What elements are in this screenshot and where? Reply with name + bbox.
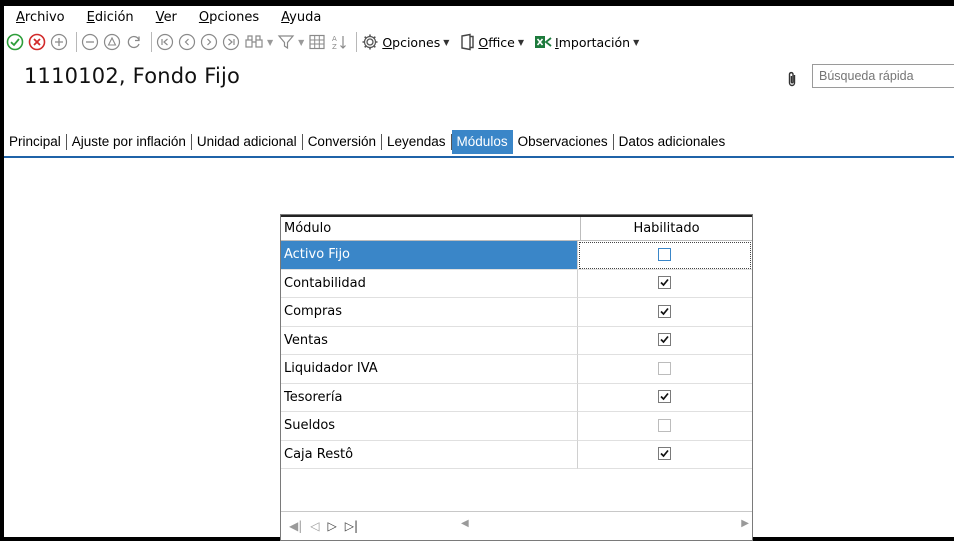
tab-conversion[interactable]: Conversión — [303, 130, 381, 154]
grid-header: Módulo Habilitado — [281, 215, 752, 241]
module-name-cell[interactable]: Liquidador IVA — [281, 355, 578, 384]
page-title: 1110102, Fondo Fijo — [24, 64, 241, 88]
accept-icon[interactable] — [6, 31, 24, 53]
column-header-modulo[interactable]: Módulo — [281, 217, 581, 240]
tab-unidad-adicional[interactable]: Unidad adicional — [192, 130, 302, 154]
enabled-cell — [578, 384, 752, 412]
chevron-down-icon: ▼ — [633, 37, 640, 47]
grid-navigator: ◀| ◁ ▷ ▷| — [289, 519, 366, 533]
table-row[interactable]: Caja Restô — [281, 440, 752, 469]
office-icon — [459, 33, 475, 51]
import-label: Importación — [555, 34, 631, 50]
first-record-icon[interactable] — [156, 31, 174, 53]
next-page-icon[interactable]: ▷ — [328, 519, 337, 533]
tab-ajuste-por-inflacion[interactable]: Ajuste por inflación — [67, 130, 191, 154]
window: Archivo Edición Ver Opciones Ayuda ▼ ▼ A… — [4, 6, 954, 541]
menu-edicion[interactable]: Edición — [87, 10, 134, 25]
tab-modulos[interactable]: Módulos — [451, 130, 513, 154]
horizontal-scrollbar[interactable]: ◀ ▶ — [461, 518, 751, 532]
modules-grid: Módulo Habilitado Activo Fijo Contabilida… — [280, 214, 753, 541]
enabled-checkbox[interactable] — [658, 447, 671, 461]
table-row[interactable]: Compras — [281, 298, 752, 327]
tab-datos-adicionales[interactable]: Datos adicionales — [614, 130, 731, 154]
grid-body: Activo Fijo Contabilidad Compras Ventas Liqu… — [281, 241, 752, 469]
cancel-icon[interactable] — [28, 31, 46, 53]
menu-ver[interactable]: Ver — [156, 10, 177, 25]
next-record-icon[interactable] — [200, 31, 218, 53]
toolbar-separator — [356, 32, 358, 52]
first-page-icon[interactable]: ◀| — [289, 519, 302, 533]
tab-bar: Principal Ajuste por inflación Unidad ad… — [4, 130, 954, 154]
filter-icon[interactable]: ▼ — [277, 31, 304, 53]
refresh-icon[interactable] — [125, 31, 143, 53]
grid-icon[interactable] — [308, 31, 326, 53]
menu-archivo[interactable]: Archivo — [16, 10, 65, 25]
scroll-right-icon[interactable]: ▶ — [741, 518, 749, 529]
enabled-checkbox[interactable] — [658, 276, 671, 290]
binoculars-icon[interactable]: ▼ — [244, 31, 273, 53]
table-row[interactable]: Contabilidad — [281, 269, 752, 298]
previous-record-icon[interactable] — [178, 31, 196, 53]
tab-leyendas[interactable]: Leyendas — [382, 130, 451, 154]
module-name-cell[interactable]: Activo Fijo — [281, 241, 578, 270]
enabled-cell — [578, 270, 752, 298]
edit-icon[interactable] — [103, 31, 121, 53]
add-icon[interactable] — [50, 31, 68, 53]
table-row[interactable]: Activo Fijo — [281, 241, 752, 270]
office-label: Office — [478, 34, 515, 50]
toolbar-separator — [76, 32, 77, 52]
chevron-down-icon: ▼ — [443, 37, 450, 47]
remove-icon[interactable] — [81, 31, 99, 53]
enabled-checkbox[interactable] — [658, 304, 671, 318]
module-name-cell[interactable]: Tesorería — [281, 383, 578, 412]
column-header-habilitado[interactable]: Habilitado — [581, 217, 752, 240]
module-name-cell[interactable]: Sueldos — [281, 412, 578, 441]
office-button[interactable]: Office ▼ — [459, 31, 524, 53]
table-row[interactable]: Ventas — [281, 326, 752, 355]
previous-page-icon[interactable]: ◁ — [310, 519, 319, 533]
toolbar: ▼ ▼ AZ Opciones ▼ Office ▼ Importación ▼ — [4, 28, 954, 56]
gear-icon — [361, 33, 379, 51]
enabled-cell — [578, 327, 752, 355]
enabled-checkbox[interactable] — [658, 361, 671, 375]
enabled-cell — [578, 441, 752, 469]
quick-search-input[interactable] — [812, 64, 954, 88]
tab-observaciones[interactable]: Observaciones — [513, 130, 613, 154]
svg-text:A: A — [332, 35, 337, 43]
menu-bar: Archivo Edición Ver Opciones Ayuda — [4, 6, 954, 28]
toolbar-separator — [151, 32, 152, 52]
sort-az-icon[interactable]: AZ — [330, 31, 348, 53]
menu-ayuda[interactable]: Ayuda — [281, 10, 321, 25]
options-label: Opciones — [382, 34, 441, 50]
enabled-checkbox[interactable] — [658, 247, 671, 261]
tab-principal[interactable]: Principal — [4, 130, 66, 154]
table-row[interactable]: Liquidador IVA — [281, 355, 752, 384]
options-button[interactable]: Opciones ▼ — [361, 31, 449, 53]
grid-footer: ◀| ◁ ▷ ▷| ◀ ▶ — [281, 511, 752, 540]
chevron-down-icon: ▼ — [517, 37, 525, 47]
enabled-checkbox[interactable] — [658, 418, 671, 432]
attachment-icon[interactable] — [786, 70, 798, 91]
enabled-checkbox[interactable] — [658, 333, 671, 347]
module-name-cell[interactable]: Contabilidad — [281, 269, 578, 298]
scroll-left-icon[interactable]: ◀ — [461, 518, 469, 529]
last-page-icon[interactable]: ▷| — [345, 519, 358, 533]
enabled-checkbox[interactable] — [658, 390, 671, 404]
import-button[interactable]: Importación ▼ — [534, 31, 639, 53]
enabled-cell — [578, 412, 752, 441]
enabled-cell — [578, 241, 752, 270]
excel-import-icon — [534, 33, 552, 51]
record-header: 1110102, Fondo Fijo — [4, 58, 954, 98]
tab-underline — [4, 156, 954, 158]
last-record-icon[interactable] — [222, 31, 240, 53]
module-name-cell[interactable]: Compras — [281, 298, 578, 327]
module-name-cell[interactable]: Ventas — [281, 326, 578, 355]
enabled-cell — [578, 355, 752, 384]
module-name-cell[interactable]: Caja Restô — [281, 440, 578, 469]
enabled-cell — [578, 298, 752, 327]
table-row[interactable]: Tesorería — [281, 383, 752, 412]
table-row[interactable]: Sueldos — [281, 412, 752, 441]
svg-text:Z: Z — [332, 43, 337, 51]
menu-opciones[interactable]: Opciones — [199, 10, 259, 25]
